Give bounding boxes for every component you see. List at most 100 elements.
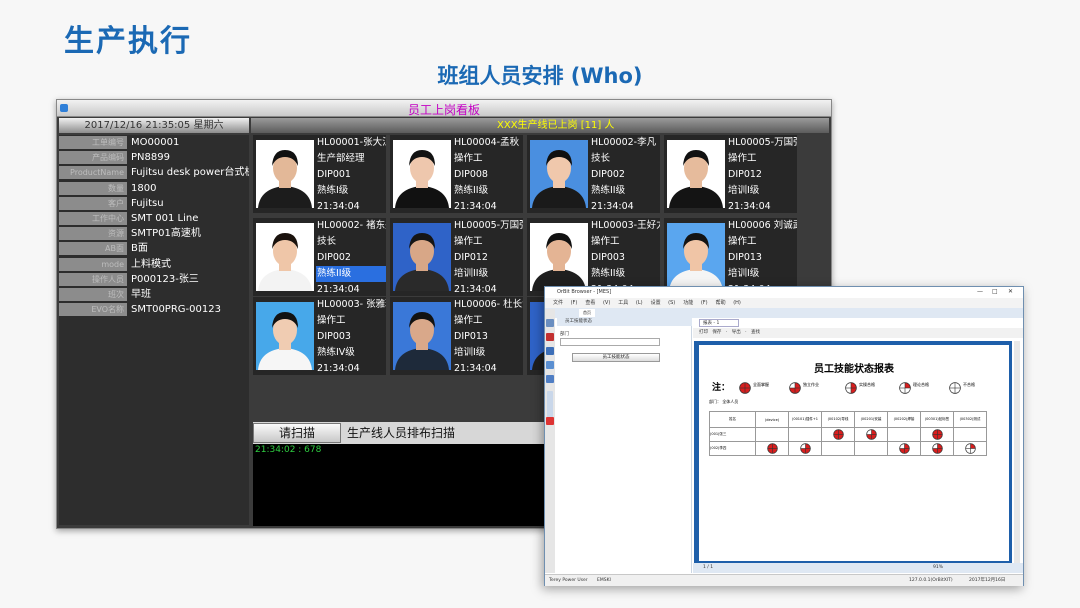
employee-level: 熟练II级 [591, 185, 626, 196]
employee-role: 操作工 [591, 236, 620, 247]
table-header: (00102)导线 [821, 411, 855, 428]
skill-status-button[interactable]: 员工技能状态 [572, 353, 660, 362]
employee-info: HL00003- 张雅琳操作工 DIP003 熟练IV级 21:34:04 [316, 297, 386, 377]
info-value: MO00001 [131, 137, 180, 148]
employee-role: 技长 [591, 153, 611, 164]
employee-info: HL00002-李凡 技长 DIP002 熟练II级 21:34:04 [590, 135, 660, 215]
employee-level: 熟练II级 [316, 266, 386, 282]
info-row: 班次 早班 [59, 287, 249, 302]
employee-station: DIP013 [728, 252, 762, 263]
minimize-icon[interactable]: — [977, 288, 983, 295]
employee-name: HL00002- 褚东美 [317, 220, 386, 231]
dept-select[interactable] [560, 338, 660, 346]
employee-station: DIP002 [317, 252, 351, 263]
employee-level: 熟练I级 [317, 185, 349, 196]
mes-tabstrip [545, 308, 1023, 318]
employee-role: 操作工 [454, 315, 483, 326]
info-row: mode 上料模式 [59, 257, 249, 272]
table-header: (00101)插件+1 [788, 411, 822, 428]
skill-table: 姓名 (device) (00101)插件+1 (00102)导线 (00201)安装(… [709, 411, 987, 456]
employee-card[interactable]: HL00003- 张雅琳操作工 DIP003 熟练IV级 21:34:04 [253, 297, 386, 375]
close-icon[interactable]: ✕ [1008, 288, 1013, 295]
report-frame: 员工技能状态报表 注： 全面掌握 独立作业 实操合格 理论合格 不合格 部门： 全体人员… [694, 341, 1012, 563]
table-header: (00201)安装 [854, 411, 888, 428]
nav-icon[interactable] [546, 319, 554, 327]
skill-level-icon [899, 379, 911, 398]
info-row: 客户 Fujitsu [59, 196, 249, 211]
legend-note: 注： [712, 383, 731, 393]
employee-card[interactable]: HL00006- 杜长江操作工 DIP013 培训I级 21:34:04 [390, 297, 523, 375]
close-panel-icon[interactable] [546, 333, 554, 341]
info-row: 操作人员 P000123-张三 [59, 272, 249, 287]
info-row: ProductName Fujitsu desk power台式机主 [59, 165, 249, 180]
employee-info: HL00004-孟秋 操作工 DIP008 熟练II级 21:34:04 [453, 135, 523, 215]
info-value: 上料模式 [131, 258, 171, 270]
menu-item[interactable]: 文件 (F) [553, 300, 577, 306]
info-value: B面 [131, 243, 148, 255]
exit-icon[interactable] [546, 417, 554, 425]
menu-item[interactable]: 功能 (F) [683, 300, 707, 306]
employee-photo [530, 223, 588, 291]
employee-info: HL00006- 杜长江操作工 DIP013 培训I级 21:34:04 [453, 297, 523, 377]
employee-card[interactable]: HL00003-王好力操作工DIP003熟练II级21:34:04 [527, 218, 660, 296]
skill-cell [953, 427, 987, 442]
legend-label: 实操合格 [859, 382, 875, 387]
employee-card[interactable]: HL00004-孟秋 操作工 DIP008 熟练II级 21:34:04 [390, 135, 523, 213]
skill-cell [887, 441, 921, 456]
skill-level-icon [931, 442, 943, 455]
scan-label: 生产线人员排布扫描 [347, 426, 456, 440]
globe-icon[interactable] [546, 375, 554, 383]
info-row: 工作中心 SMT 001 Line [59, 211, 249, 226]
employee-card[interactable]: HL00006 刘诚武操作工DIP013培训I级21:34:04 [664, 218, 797, 296]
tab-home[interactable]: 首页 [579, 309, 595, 317]
table-header: (00202)焊接 [887, 411, 921, 428]
employee-level: 培训I级 [728, 268, 760, 279]
skill-cell [920, 441, 954, 456]
employee-station: DIP008 [454, 169, 488, 180]
skill-level-icon [949, 379, 961, 398]
employee-role: 操作工 [728, 236, 757, 247]
info-row: 产品编码 PN8899 [59, 150, 249, 165]
report-scrollbar[interactable] [1014, 341, 1020, 563]
mes-status-bar: Terey Power User EMSKI 127.0.0.1(OrBitXI… [545, 574, 1023, 586]
skill-level-icon [898, 442, 910, 455]
table-header: (device) [755, 411, 789, 428]
report-dept: 部门： 全体人员 [709, 399, 739, 404]
employee-photo [393, 223, 451, 291]
employee-card[interactable]: HL00005-万国强 操作工 DIP012 培训II级 21:34:04 [390, 218, 523, 296]
employee-card[interactable]: HL00001-张大江 生产部经理 DIP001 熟练I级 21:34:04 [253, 135, 386, 213]
menu-item[interactable]: 查看 (V) [585, 300, 610, 306]
legend-label: 理论合格 [913, 382, 929, 387]
report-tab[interactable]: 报表 - 1 [699, 319, 739, 327]
table-header: (00302)测试 [953, 411, 987, 428]
employee-time: 21:34:04 [317, 363, 360, 374]
employee-role: 操作工 [454, 236, 483, 247]
skill-level-icon [799, 442, 811, 455]
skill-level-icon [845, 379, 857, 398]
table-row: (002)李四 [709, 441, 987, 456]
info-value: 早班 [131, 289, 151, 300]
scan-button[interactable]: 请扫描 [253, 423, 341, 443]
skill-level-icon [964, 442, 976, 455]
table-header-row: 姓名 (device) (00101)插件+1 (00102)导线 (00201)安装(… [709, 411, 987, 428]
employee-card[interactable]: HL00002-李凡 技长 DIP002 熟练II级 21:34:04 [527, 135, 660, 213]
info-value: SMTP01高速机 [131, 228, 201, 240]
module-icon[interactable] [546, 347, 554, 355]
skill-cell [755, 427, 789, 442]
employee-card[interactable]: HL00005-万国强 操作工 DIP012 培训I级 21:34:04 [664, 135, 797, 213]
maximize-icon[interactable]: □ [992, 288, 998, 295]
skill-cell [920, 427, 954, 442]
menu-item[interactable]: 帮助 (H) [716, 300, 741, 306]
info-key: 产品编码 [59, 151, 127, 165]
report-icon[interactable] [546, 361, 554, 369]
employee-role: 技长 [317, 236, 337, 247]
menu-item[interactable]: 工具 (L) [618, 300, 642, 306]
skill-level-icon [766, 442, 778, 455]
skill-cell [821, 441, 855, 456]
info-key: 客户 [59, 196, 127, 210]
employee-time: 21:34:04 [454, 201, 497, 212]
menu-item[interactable]: 设置 (S) [651, 300, 676, 306]
employee-time: 21:34:04 [454, 363, 497, 374]
employee-card[interactable]: HL00002- 褚东美技长 DIP002 熟练II级 21:34:04 [253, 218, 386, 296]
report-toolbar[interactable]: 打印 保存 · 导出 · 查找 [693, 328, 1023, 338]
